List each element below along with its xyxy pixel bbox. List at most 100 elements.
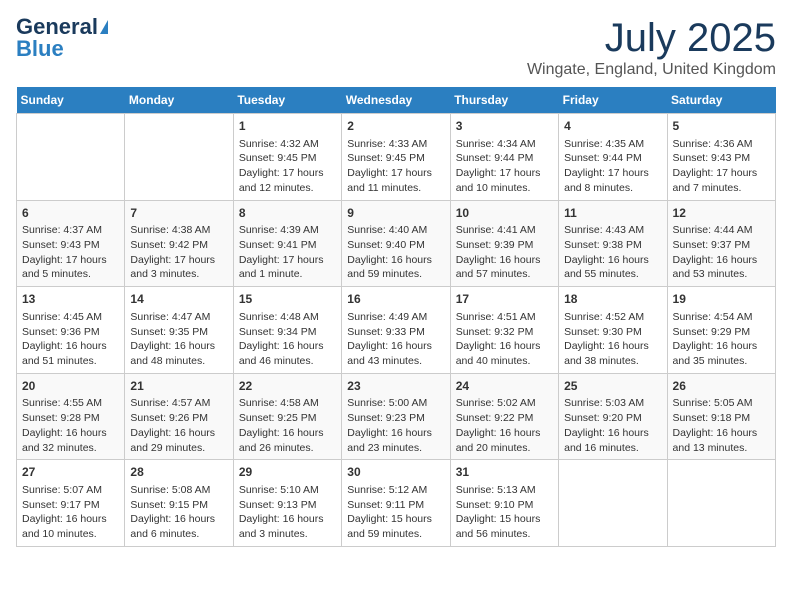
day-info: Sunrise: 4:49 AM (347, 310, 444, 325)
day-info: Sunrise: 4:57 AM (130, 396, 227, 411)
day-info: Sunrise: 5:00 AM (347, 396, 444, 411)
day-number: 15 (239, 291, 336, 308)
day-info: Sunrise: 4:45 AM (22, 310, 119, 325)
day-info: Sunset: 9:17 PM (22, 498, 119, 513)
day-info: Daylight: 16 hours and 26 minutes. (239, 426, 336, 455)
calendar-week-4: 20Sunrise: 4:55 AMSunset: 9:28 PMDayligh… (17, 373, 776, 460)
calendar-cell: 27Sunrise: 5:07 AMSunset: 9:17 PMDayligh… (17, 460, 125, 547)
day-info: Daylight: 16 hours and 29 minutes. (130, 426, 227, 455)
day-info: Daylight: 16 hours and 46 minutes. (239, 339, 336, 368)
title-location: Wingate, England, United Kingdom (527, 61, 776, 79)
day-info: Sunrise: 4:37 AM (22, 223, 119, 238)
day-info: Daylight: 15 hours and 56 minutes. (456, 512, 553, 541)
day-info: Sunrise: 4:43 AM (564, 223, 661, 238)
title-month-year: July 2025 (527, 16, 776, 61)
logo-triangle-icon (100, 20, 108, 34)
day-info: Sunset: 9:39 PM (456, 238, 553, 253)
calendar-week-5: 27Sunrise: 5:07 AMSunset: 9:17 PMDayligh… (17, 460, 776, 547)
day-number: 9 (347, 205, 444, 222)
day-info: Daylight: 16 hours and 32 minutes. (22, 426, 119, 455)
calendar-cell: 1 Sunrise: 4:32 AMSunset: 9:45 PMDaylight… (233, 114, 341, 201)
day-number: 7 (130, 205, 227, 222)
day-info: Sunrise: 4:39 AM (239, 223, 336, 238)
day-number: 25 (564, 378, 661, 395)
day-info: Sunset: 9:22 PM (456, 411, 553, 426)
day-info: Sunset: 9:42 PM (130, 238, 227, 253)
header-saturday: Saturday (667, 87, 775, 114)
day-info: Sunset: 9:45 PM (239, 151, 336, 166)
day-info: Daylight: 16 hours and 6 minutes. (130, 512, 227, 541)
day-info: Sunrise: 4:51 AM (456, 310, 553, 325)
calendar-cell: 15Sunrise: 4:48 AMSunset: 9:34 PMDayligh… (233, 287, 341, 374)
day-info: Sunset: 9:43 PM (22, 238, 119, 253)
day-info: Daylight: 17 hours and 8 minutes. (564, 166, 661, 195)
logo-general: General (16, 16, 98, 38)
header-sunday: Sunday (17, 87, 125, 114)
calendar-cell: 22Sunrise: 4:58 AMSunset: 9:25 PMDayligh… (233, 373, 341, 460)
day-info: Daylight: 16 hours and 59 minutes. (347, 253, 444, 282)
day-info: Daylight: 17 hours and 12 minutes. (239, 166, 336, 195)
day-info: Sunset: 9:18 PM (673, 411, 770, 426)
calendar-cell: 26Sunrise: 5:05 AMSunset: 9:18 PMDayligh… (667, 373, 775, 460)
calendar-cell: 8Sunrise: 4:39 AMSunset: 9:41 PMDaylight… (233, 200, 341, 287)
calendar-cell: 21Sunrise: 4:57 AMSunset: 9:26 PMDayligh… (125, 373, 233, 460)
calendar-cell: 19Sunrise: 4:54 AMSunset: 9:29 PMDayligh… (667, 287, 775, 374)
day-info: Sunset: 9:43 PM (673, 151, 770, 166)
day-info: Daylight: 16 hours and 40 minutes. (456, 339, 553, 368)
calendar-header: Sunday Monday Tuesday Wednesday Thursday… (17, 87, 776, 114)
day-info: Sunset: 9:40 PM (347, 238, 444, 253)
day-info: Sunset: 9:44 PM (456, 151, 553, 166)
calendar-cell: 29Sunrise: 5:10 AMSunset: 9:13 PMDayligh… (233, 460, 341, 547)
day-info: Sunrise: 5:05 AM (673, 396, 770, 411)
day-info: Sunset: 9:15 PM (130, 498, 227, 513)
day-info: Daylight: 16 hours and 10 minutes. (22, 512, 119, 541)
day-info: Sunrise: 4:40 AM (347, 223, 444, 238)
day-number: 26 (673, 378, 770, 395)
day-info: Sunset: 9:25 PM (239, 411, 336, 426)
day-info: Daylight: 16 hours and 51 minutes. (22, 339, 119, 368)
day-number: 12 (673, 205, 770, 222)
header-thursday: Thursday (450, 87, 558, 114)
day-number: 1 (239, 118, 336, 135)
day-info: Sunset: 9:11 PM (347, 498, 444, 513)
day-info: Sunset: 9:33 PM (347, 325, 444, 340)
day-info: Daylight: 16 hours and 55 minutes. (564, 253, 661, 282)
day-number: 6 (22, 205, 119, 222)
day-number: 24 (456, 378, 553, 395)
calendar-cell: 31Sunrise: 5:13 AMSunset: 9:10 PMDayligh… (450, 460, 558, 547)
calendar-cell: 11Sunrise: 4:43 AMSunset: 9:38 PMDayligh… (559, 200, 667, 287)
day-info: Sunrise: 4:34 AM (456, 137, 553, 152)
day-info: Daylight: 17 hours and 7 minutes. (673, 166, 770, 195)
day-number: 22 (239, 378, 336, 395)
day-info: Sunrise: 5:10 AM (239, 483, 336, 498)
day-number: 11 (564, 205, 661, 222)
calendar-cell: 2Sunrise: 4:33 AMSunset: 9:45 PMDaylight… (342, 114, 450, 201)
day-info: Sunrise: 4:52 AM (564, 310, 661, 325)
day-info: Sunrise: 4:44 AM (673, 223, 770, 238)
header-row: Sunday Monday Tuesday Wednesday Thursday… (17, 87, 776, 114)
calendar-cell: 25Sunrise: 5:03 AMSunset: 9:20 PMDayligh… (559, 373, 667, 460)
day-info: Daylight: 16 hours and 48 minutes. (130, 339, 227, 368)
calendar-cell (17, 114, 125, 201)
day-info: Sunset: 9:30 PM (564, 325, 661, 340)
day-info: Sunset: 9:44 PM (564, 151, 661, 166)
day-number: 27 (22, 464, 119, 481)
day-info: Daylight: 16 hours and 23 minutes. (347, 426, 444, 455)
calendar-cell (559, 460, 667, 547)
day-info: Daylight: 15 hours and 59 minutes. (347, 512, 444, 541)
calendar-cell: 6Sunrise: 4:37 AMSunset: 9:43 PMDaylight… (17, 200, 125, 287)
day-info: Daylight: 16 hours and 57 minutes. (456, 253, 553, 282)
calendar-cell: 24Sunrise: 5:02 AMSunset: 9:22 PMDayligh… (450, 373, 558, 460)
day-info: Daylight: 17 hours and 10 minutes. (456, 166, 553, 195)
day-number: 19 (673, 291, 770, 308)
calendar-cell: 23Sunrise: 5:00 AMSunset: 9:23 PMDayligh… (342, 373, 450, 460)
day-info: Daylight: 16 hours and 20 minutes. (456, 426, 553, 455)
day-info: Sunrise: 4:32 AM (239, 137, 336, 152)
day-info: Daylight: 17 hours and 1 minute. (239, 253, 336, 282)
day-number: 2 (347, 118, 444, 135)
day-info: Sunset: 9:23 PM (347, 411, 444, 426)
day-info: Sunset: 9:20 PM (564, 411, 661, 426)
day-info: Sunrise: 4:33 AM (347, 137, 444, 152)
calendar-cell: 16Sunrise: 4:49 AMSunset: 9:33 PMDayligh… (342, 287, 450, 374)
calendar-cell: 7Sunrise: 4:38 AMSunset: 9:42 PMDaylight… (125, 200, 233, 287)
